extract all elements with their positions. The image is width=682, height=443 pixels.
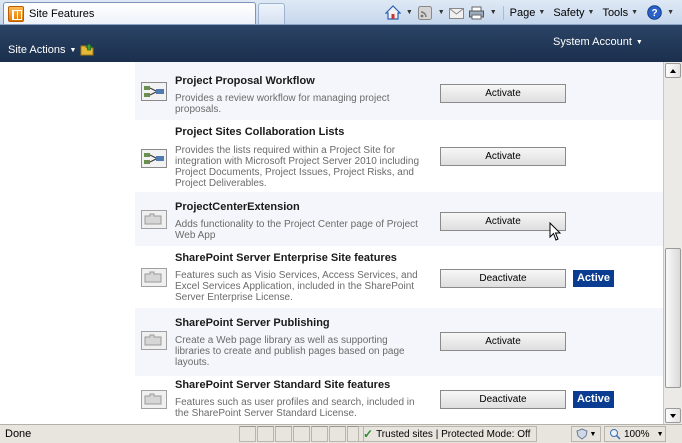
feature-row: SharePoint Server Standard Site features… xyxy=(135,376,663,424)
tab-title: Site Features xyxy=(29,7,95,20)
feature-icon xyxy=(141,331,167,350)
security-zone[interactable]: ✓ Trusted sites | Protected Mode: Off xyxy=(358,426,538,442)
activate-button[interactable]: Activate xyxy=(440,147,566,166)
status-badge: Active xyxy=(573,270,614,287)
home-icon[interactable] xyxy=(384,5,401,20)
zoom-control[interactable]: 100% ▼ xyxy=(604,426,666,442)
feature-icon xyxy=(141,390,167,409)
feature-icon xyxy=(141,268,167,287)
zone-text: Trusted sites | Protected Mode: Off xyxy=(376,428,531,440)
feature-row: Project Sites Collaboration Lists Provid… xyxy=(135,120,663,192)
feature-row: SharePoint Server Enterprise Site featur… xyxy=(135,246,663,308)
feature-row: Project Proposal Workflow Provides a rev… xyxy=(135,62,663,120)
chevron-down-icon: ▼ xyxy=(589,430,597,438)
activate-button[interactable]: Activate xyxy=(440,332,566,351)
status-cell xyxy=(329,426,346,442)
help-icon[interactable]: ? xyxy=(646,5,662,20)
activate-button[interactable]: Activate xyxy=(440,212,566,231)
user-name: System Account xyxy=(553,36,632,48)
page-menu[interactable]: Page ▼ xyxy=(510,7,546,19)
tools-menu[interactable]: Tools ▼ xyxy=(602,7,638,19)
chevron-down-icon: ▼ xyxy=(635,38,643,46)
status-cell xyxy=(239,426,256,442)
site-actions-label: Site Actions xyxy=(8,44,66,56)
scroll-down-button[interactable] xyxy=(665,408,681,423)
separator xyxy=(502,5,504,20)
status-badge: Active xyxy=(573,391,614,408)
chevron-down-icon: ▼ xyxy=(656,430,664,438)
feature-title: Project Proposal Workflow xyxy=(175,75,315,87)
svg-text:?: ? xyxy=(651,8,657,19)
status-cell xyxy=(293,426,310,442)
activate-button[interactable]: Activate xyxy=(440,84,566,103)
feature-row: SharePoint Server Publishing Create a We… xyxy=(135,308,663,376)
rss-icon[interactable] xyxy=(417,5,433,20)
vertical-scrollbar[interactable] xyxy=(663,62,682,424)
scroll-up-button[interactable] xyxy=(665,63,681,78)
print-icon[interactable] xyxy=(469,5,485,20)
zoom-level: 100% xyxy=(624,428,650,440)
feature-title: Project Sites Collaboration Lists xyxy=(175,126,345,138)
feature-description: Adds functionality to the Project Center… xyxy=(175,219,418,241)
shield-icon xyxy=(575,428,588,440)
feature-title: SharePoint Server Standard Site features xyxy=(175,379,391,391)
feature-title: SharePoint Server Enterprise Site featur… xyxy=(175,252,397,264)
new-tab-button[interactable] xyxy=(258,3,285,24)
zoom-icon xyxy=(610,429,621,440)
chevron-down-icon: ▼ xyxy=(69,46,77,54)
print-dropdown-arrow[interactable]: ▼ xyxy=(490,9,497,16)
user-menu[interactable]: System Account ▼ xyxy=(553,36,643,48)
command-bar: ▼ ▼ ▼ Page ▼ Safety ▼ Tools ▼ ? ▼ xyxy=(384,5,674,20)
workflow-icon xyxy=(141,149,167,168)
mail-icon[interactable] xyxy=(449,5,465,20)
feature-description: Provides the lists required within a Pro… xyxy=(175,145,420,189)
deactivate-button[interactable]: Deactivate xyxy=(440,390,566,409)
deactivate-button[interactable]: Deactivate xyxy=(440,269,566,288)
status-cells xyxy=(239,426,365,442)
browser-toolbar: Site Features ▼ ▼ ▼ Page ▼ Safety ▼ Tools ▼… xyxy=(0,0,682,25)
site-actions-menu[interactable]: Site Actions ▼ xyxy=(8,44,76,56)
sharepoint-favicon-icon xyxy=(8,5,24,22)
help-dropdown-arrow[interactable]: ▼ xyxy=(667,9,674,16)
feature-row: ProjectCenterExtension Adds functionalit… xyxy=(135,192,663,246)
mouse-cursor-icon xyxy=(549,222,562,241)
feature-title: SharePoint Server Publishing xyxy=(175,317,330,329)
workflow-icon xyxy=(141,82,167,101)
status-text: Done xyxy=(5,428,32,440)
status-bar: Done ✓ Trusted sites | Protected Mode: O… xyxy=(0,424,682,443)
sharepoint-ribbon: Site Actions ▼ System Account ▼ xyxy=(0,25,682,62)
browser-tab[interactable]: Site Features xyxy=(3,2,256,24)
scroll-thumb[interactable] xyxy=(665,248,681,388)
status-cell xyxy=(257,426,274,442)
status-cell xyxy=(311,426,328,442)
security-settings-dropdown[interactable]: ▼ xyxy=(571,426,601,442)
status-cell xyxy=(275,426,292,442)
feature-title: ProjectCenterExtension xyxy=(175,201,300,213)
feature-description: Features such as Visio Services, Access … xyxy=(175,270,418,303)
feature-icon xyxy=(141,210,167,229)
page-content: Project Proposal Workflow Provides a rev… xyxy=(0,62,663,424)
feature-description: Provides a review workflow for managing … xyxy=(175,93,390,115)
feature-description: Features such as user profiles and searc… xyxy=(175,397,415,419)
safety-menu[interactable]: Safety ▼ xyxy=(553,7,594,19)
checkmark-icon: ✓ xyxy=(363,427,374,441)
rss-dropdown-arrow[interactable]: ▼ xyxy=(438,9,445,16)
navigate-up-icon[interactable] xyxy=(80,43,94,56)
feature-description: Create a Web page library as well as sup… xyxy=(175,335,405,368)
home-dropdown-arrow[interactable]: ▼ xyxy=(406,9,413,16)
